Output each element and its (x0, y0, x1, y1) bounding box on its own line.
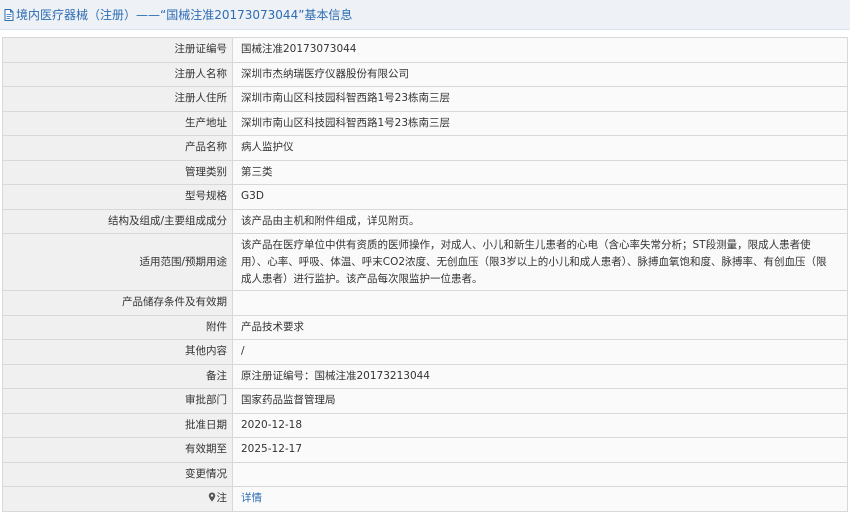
field-value: 第三类 (232, 159, 848, 185)
table-row: 注册人名称 深圳市杰纳瑞医疗仪器股份有限公司 (2, 61, 848, 87)
field-value (232, 290, 848, 316)
note-label-text: 注 (216, 492, 228, 505)
table-row: 产品名称 病人监护仪 (2, 135, 848, 161)
field-value: 该产品在医疗单位中供有资质的医师操作，对成人、小儿和新生儿患者的心电（含心率失常… (232, 233, 848, 291)
table-row: 注册人住所 深圳市南山区科技园科智西路1号23栋南三层 (2, 86, 848, 112)
table-row: 产品储存条件及有效期 (2, 290, 848, 316)
note-value: 详情 (232, 486, 848, 512)
field-value: 2025-12-17 (232, 437, 848, 463)
field-label: 管理类别 (2, 159, 233, 185)
field-label: 注册人住所 (2, 86, 233, 112)
table-row: 批准日期 2020-12-18 (2, 412, 848, 438)
field-value: 产品技术要求 (232, 314, 848, 340)
table-row: 变更情况 (2, 461, 848, 487)
field-label: 附件 (2, 314, 233, 340)
table-row: 其他内容 / (2, 339, 848, 365)
field-value: 病人监护仪 (232, 135, 848, 161)
field-label: 其他内容 (2, 339, 233, 365)
field-label: 备注 (2, 363, 233, 389)
field-label: 结构及组成/主要组成成分 (2, 208, 233, 234)
field-label: 产品名称 (2, 135, 233, 161)
field-value: 深圳市南山区科技园科智西路1号23栋南三层 (232, 110, 848, 136)
field-value: / (232, 339, 848, 365)
field-label: 变更情况 (2, 461, 233, 487)
field-label: 审批部门 (2, 388, 233, 414)
field-value: 深圳市杰纳瑞医疗仪器股份有限公司 (232, 61, 848, 87)
table-row: 附件 产品技术要求 (2, 314, 848, 340)
table-row: 结构及组成/主要组成成分 该产品由主机和附件组成，详见附页。 (2, 208, 848, 234)
field-label: 有效期至 (2, 437, 233, 463)
field-value: G3D (232, 184, 848, 210)
field-value: 深圳市南山区科技园科智西路1号23栋南三层 (232, 86, 848, 112)
field-value: 国家药品监督管理局 (232, 388, 848, 414)
table-row: 备注 原注册证编号：国械注准20173213044 (2, 363, 848, 389)
field-label: 适用范围/预期用途 (2, 233, 233, 291)
table-row: 审批部门 国家药品监督管理局 (2, 388, 848, 414)
field-label: 批准日期 (2, 412, 233, 438)
field-label: 生产地址 (2, 110, 233, 136)
note-label: 注 (2, 486, 233, 512)
field-value (232, 461, 848, 487)
location-pin-icon (208, 492, 215, 502)
table-row: 注册证编号 国械注准20173073044 (2, 37, 848, 63)
note-row: 注 详情 (2, 486, 848, 512)
page-header: 境内医疗器械（注册）——“国械注准20173073044”基本信息 (0, 0, 850, 30)
field-label: 注册证编号 (2, 37, 233, 63)
table-row: 管理类别 第三类 (2, 159, 848, 185)
field-value: 该产品由主机和附件组成，详见附页。 (232, 208, 848, 234)
table-row: 生产地址 深圳市南山区科技园科智西路1号23栋南三层 (2, 110, 848, 136)
table-row: 型号规格 G3D (2, 184, 848, 210)
details-link[interactable]: 详情 (241, 492, 262, 504)
field-value: 国械注准20173073044 (232, 37, 848, 63)
field-label: 型号规格 (2, 184, 233, 210)
field-label: 注册人名称 (2, 61, 233, 87)
field-value: 2020-12-18 (232, 412, 848, 438)
field-value: 原注册证编号：国械注准20173213044 (232, 363, 848, 389)
field-label: 产品储存条件及有效期 (2, 290, 233, 316)
document-icon (4, 8, 14, 21)
table-row: 有效期至 2025-12-17 (2, 437, 848, 463)
info-table: 注册证编号 国械注准20173073044 注册人名称 深圳市杰纳瑞医疗仪器股份… (2, 37, 848, 512)
table-row: 适用范围/预期用途 该产品在医疗单位中供有资质的医师操作，对成人、小儿和新生儿患… (2, 233, 848, 291)
page-title: 境内医疗器械（注册）——“国械注准20173073044”基本信息 (16, 8, 353, 22)
